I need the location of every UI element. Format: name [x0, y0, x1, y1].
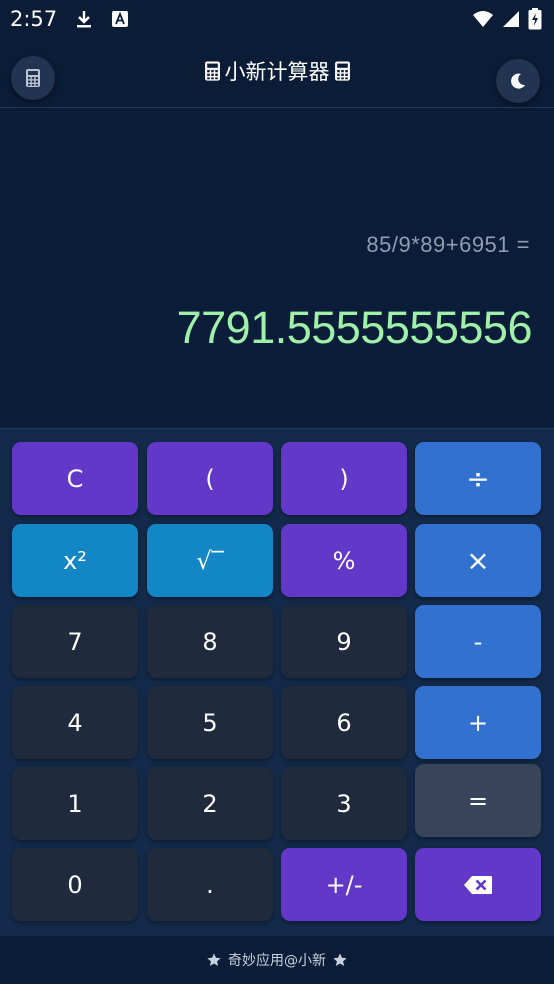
- expression-text: 85/9*89+6951 =: [366, 232, 530, 257]
- plus-button[interactable]: +: [415, 686, 541, 759]
- calculator-screen: 2:57 小新计算器 85/9*89+6951 = 7791.555555555…: [0, 0, 554, 984]
- multiply-button[interactable]: ×: [415, 524, 541, 597]
- footer-text: 奇妙应用@小新: [228, 953, 326, 969]
- close-paren-button[interactable]: ): [281, 442, 407, 515]
- page-title: 小新计算器: [224, 60, 330, 84]
- result-text: 7791.5555555556: [176, 302, 533, 353]
- star-icon: [206, 952, 222, 968]
- signal-icon: [502, 10, 520, 28]
- status-bar: 2:57: [0, 0, 554, 38]
- wifi-icon: [472, 10, 494, 28]
- status-time: 2:57: [10, 7, 58, 31]
- digit-4-button[interactable]: 4: [12, 686, 138, 759]
- divide-button[interactable]: ÷: [415, 442, 541, 515]
- theme-toggle-button[interactable]: [496, 59, 540, 103]
- moon-icon: [509, 72, 527, 90]
- digit-3-button[interactable]: 3: [281, 767, 407, 840]
- sqrt-button[interactable]: √‾: [147, 524, 273, 597]
- calculator-display: 85/9*89+6951 = 7791.5555555556: [0, 108, 554, 428]
- backspace-button[interactable]: [415, 848, 541, 921]
- decimal-button[interactable]: .: [147, 848, 273, 921]
- digit-8-button[interactable]: 8: [147, 605, 273, 678]
- calculator-icon: [204, 60, 221, 82]
- backspace-icon: [463, 875, 493, 895]
- keypad: C ( ) ÷ x² √‾ % × 7 8 9 - 4 5 6 + 1 2 3 …: [0, 428, 554, 937]
- digit-7-button[interactable]: 7: [12, 605, 138, 678]
- battery-charging-icon: [528, 8, 542, 30]
- digit-0-button[interactable]: 0: [12, 848, 138, 921]
- percent-button[interactable]: %: [281, 524, 407, 597]
- app-header: 小新计算器: [0, 38, 554, 108]
- digit-6-button[interactable]: 6: [281, 686, 407, 759]
- star-icon: [332, 952, 348, 968]
- digit-5-button[interactable]: 5: [147, 686, 273, 759]
- status-right: [472, 8, 542, 30]
- minus-button[interactable]: -: [415, 605, 541, 678]
- square-button[interactable]: x²: [12, 524, 138, 597]
- font-icon: [111, 10, 129, 28]
- digit-1-button[interactable]: 1: [12, 767, 138, 840]
- open-paren-button[interactable]: (: [147, 442, 273, 515]
- calculator-icon: [334, 60, 351, 82]
- footer: 奇妙应用@小新: [0, 936, 554, 984]
- clear-button[interactable]: C: [12, 442, 138, 515]
- negate-button[interactable]: +/-: [281, 848, 407, 921]
- title-wrap: 小新计算器: [0, 56, 554, 86]
- equals-button[interactable]: =: [415, 764, 541, 837]
- status-left: 2:57: [10, 7, 129, 31]
- download-icon: [75, 9, 93, 29]
- digit-9-button[interactable]: 9: [281, 605, 407, 678]
- digit-2-button[interactable]: 2: [147, 767, 273, 840]
